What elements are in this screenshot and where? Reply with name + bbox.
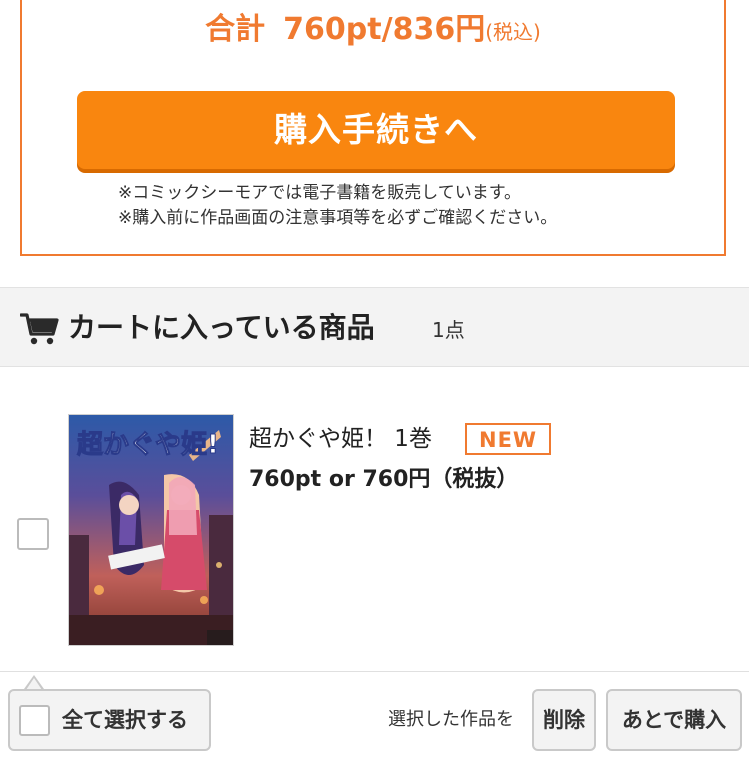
cover-illustration: 超かぐや姫! [69, 415, 233, 645]
cart-title: カートに入っている商品 [68, 311, 375, 344]
item-checkbox[interactable] [17, 518, 49, 550]
select-all-checkbox[interactable] [19, 705, 50, 736]
select-all-label: 全て選択する [62, 708, 188, 732]
total-value: 760pt/836円 [283, 12, 486, 47]
cart-page: 合計 760pt/836円(税込) 購入手続きへ ※コミックシーモアでは電子書籍を… [0, 0, 749, 759]
cart-icon [20, 313, 59, 345]
new-badge: NEW [465, 423, 552, 455]
selected-items-label: 選択した作品を [388, 709, 514, 730]
total-amount: 合計 760pt/836円(税込) [22, 12, 724, 50]
cart-header: カートに入っている商品 1点 [0, 287, 749, 367]
cart-item: 超かぐや姫! 超かぐや姫！ 1巻 NEW 760pt or 760円（税抜） [0, 368, 749, 672]
book-cover-image[interactable]: 超かぐや姫! [68, 414, 234, 646]
notice-line: ※コミックシーモアでは電子書籍を販売しています。 [118, 183, 522, 203]
purchase-notice: ※コミックシーモアでは電子書籍を販売しています。 ※購入前に作品画面の注意事項等… [118, 181, 557, 231]
total-label: 合計 [205, 12, 266, 47]
item-title[interactable]: 超かぐや姫！ 1巻 [249, 424, 432, 454]
notice-line: ※購入前に作品画面の注意事項等を必ずご確認ください。 [118, 208, 558, 228]
order-summary: 合計 760pt/836円(税込) 購入手続きへ ※コミックシーモアでは電子書籍を… [20, 0, 726, 256]
checkout-button[interactable]: 購入手続きへ [77, 91, 675, 169]
tax-note: (税込) [485, 20, 541, 44]
item-price: 760pt or 760円（税抜） [249, 467, 519, 492]
buy-later-button[interactable]: あとで購入 [606, 689, 742, 751]
cover-title-text: 超かぐや姫! [77, 430, 219, 460]
bottom-action-bar: 全て選択する 選択した作品を 削除 あとで購入 [0, 673, 749, 759]
cart-item-count: 1点 [432, 318, 465, 342]
select-all-button[interactable]: 全て選択する [8, 689, 211, 751]
delete-button[interactable]: 削除 [532, 689, 596, 751]
